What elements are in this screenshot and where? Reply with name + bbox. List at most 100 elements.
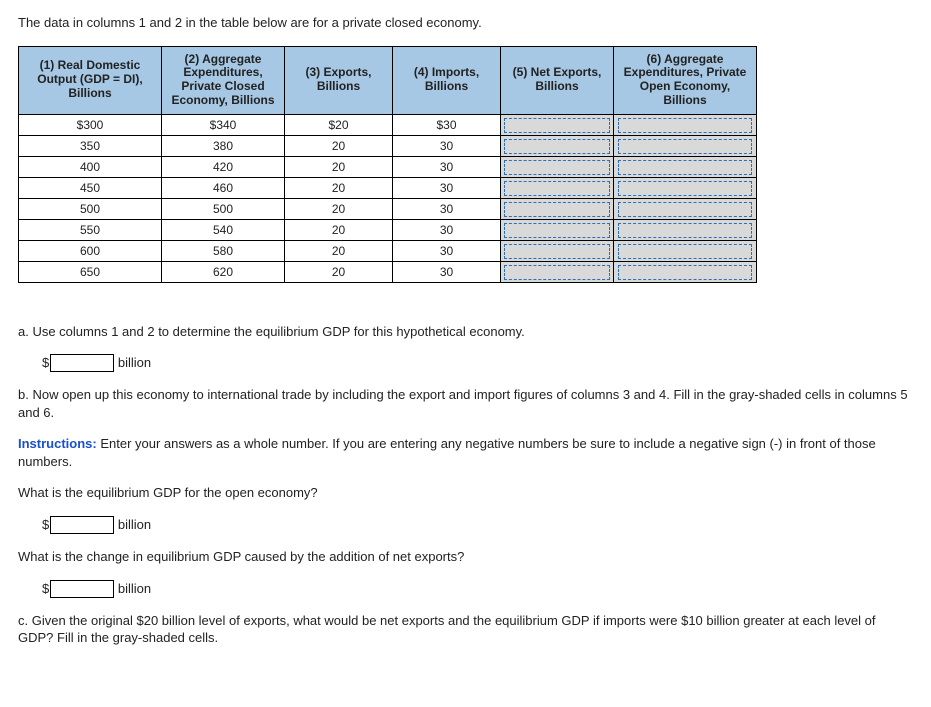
table-row: 6005802030 bbox=[19, 240, 757, 261]
cell-col4: 30 bbox=[393, 219, 501, 240]
cell-col2: 460 bbox=[162, 177, 285, 198]
cell-col3: 20 bbox=[285, 135, 393, 156]
cell-col5-input-cell bbox=[501, 114, 614, 135]
cell-col3: 20 bbox=[285, 177, 393, 198]
cell-col2: 380 bbox=[162, 135, 285, 156]
cell-col2: 500 bbox=[162, 198, 285, 219]
instructions-label: Instructions: bbox=[18, 436, 97, 451]
answer-change-input[interactable] bbox=[50, 580, 114, 598]
col6-input[interactable] bbox=[618, 160, 753, 175]
col5-input[interactable] bbox=[504, 244, 610, 259]
cell-col4: 30 bbox=[393, 261, 501, 282]
cell-col4: 30 bbox=[393, 177, 501, 198]
cell-col1: 600 bbox=[19, 240, 162, 261]
change-prompt: What is the change in equilibrium GDP ca… bbox=[18, 548, 913, 566]
dollar-sign: $ bbox=[42, 581, 49, 596]
col6-input[interactable] bbox=[618, 223, 753, 238]
col6-input[interactable] bbox=[618, 139, 753, 154]
col5-input[interactable] bbox=[504, 223, 610, 238]
table-row: 4504602030 bbox=[19, 177, 757, 198]
answer-open-eq-input[interactable] bbox=[50, 516, 114, 534]
cell-col5-input-cell bbox=[501, 198, 614, 219]
col5-input[interactable] bbox=[504, 181, 610, 196]
economy-table: (1) Real Domestic Output (GDP = DI), Bil… bbox=[18, 46, 757, 283]
billion-label: billion bbox=[118, 517, 151, 532]
question-a: a. Use columns 1 and 2 to determine the … bbox=[18, 323, 913, 341]
cell-col3: 20 bbox=[285, 240, 393, 261]
cell-col1: 500 bbox=[19, 198, 162, 219]
dollar-sign: $ bbox=[42, 517, 49, 532]
cell-col6-input-cell bbox=[614, 240, 757, 261]
header-col5: (5) Net Exports, Billions bbox=[501, 46, 614, 114]
col6-input[interactable] bbox=[618, 181, 753, 196]
dollar-sign: $ bbox=[42, 355, 49, 370]
billion-label: billion bbox=[118, 581, 151, 596]
table-body: $300$340$20$3035038020304004202030450460… bbox=[19, 114, 757, 282]
cell-col2: 540 bbox=[162, 219, 285, 240]
cell-col4: 30 bbox=[393, 135, 501, 156]
cell-col5-input-cell bbox=[501, 261, 614, 282]
cell-col5-input-cell bbox=[501, 156, 614, 177]
cell-col4: $30 bbox=[393, 114, 501, 135]
cell-col3: 20 bbox=[285, 261, 393, 282]
col6-input[interactable] bbox=[618, 265, 753, 280]
cell-col2: $340 bbox=[162, 114, 285, 135]
cell-col2: 580 bbox=[162, 240, 285, 261]
cell-col1: $300 bbox=[19, 114, 162, 135]
col5-input[interactable] bbox=[504, 139, 610, 154]
answer-a-input[interactable] bbox=[50, 354, 114, 372]
cell-col4: 30 bbox=[393, 156, 501, 177]
cell-col3: 20 bbox=[285, 219, 393, 240]
table-row: $300$340$20$30 bbox=[19, 114, 757, 135]
table-row: 5505402030 bbox=[19, 219, 757, 240]
table-row: 4004202030 bbox=[19, 156, 757, 177]
cell-col4: 30 bbox=[393, 198, 501, 219]
instructions-line: Instructions: Enter your answers as a wh… bbox=[18, 435, 913, 470]
cell-col2: 620 bbox=[162, 261, 285, 282]
cell-col2: 420 bbox=[162, 156, 285, 177]
header-col3: (3) Exports, Billions bbox=[285, 46, 393, 114]
col6-input[interactable] bbox=[618, 118, 753, 133]
header-col4: (4) Imports, Billions bbox=[393, 46, 501, 114]
cell-col3: 20 bbox=[285, 198, 393, 219]
cell-col6-input-cell bbox=[614, 114, 757, 135]
cell-col3: $20 bbox=[285, 114, 393, 135]
cell-col6-input-cell bbox=[614, 177, 757, 198]
cell-col6-input-cell bbox=[614, 219, 757, 240]
col5-input[interactable] bbox=[504, 202, 610, 217]
table-row: 6506202030 bbox=[19, 261, 757, 282]
cell-col5-input-cell bbox=[501, 135, 614, 156]
instructions-text: Enter your answers as a whole number. If… bbox=[18, 436, 876, 469]
col5-input[interactable] bbox=[504, 160, 610, 175]
answer-change-line: $ billion bbox=[42, 580, 913, 598]
header-col2: (2) Aggregate Expenditures, Private Clos… bbox=[162, 46, 285, 114]
cell-col6-input-cell bbox=[614, 198, 757, 219]
cell-col5-input-cell bbox=[501, 219, 614, 240]
question-c: c. Given the original $20 billion level … bbox=[18, 612, 913, 647]
table-header-row: (1) Real Domestic Output (GDP = DI), Bil… bbox=[19, 46, 757, 114]
billion-label: billion bbox=[118, 355, 151, 370]
cell-col1: 550 bbox=[19, 219, 162, 240]
cell-col5-input-cell bbox=[501, 240, 614, 261]
col5-input[interactable] bbox=[504, 265, 610, 280]
table-row: 3503802030 bbox=[19, 135, 757, 156]
open-eq-prompt: What is the equilibrium GDP for the open… bbox=[18, 484, 913, 502]
cell-col1: 400 bbox=[19, 156, 162, 177]
col6-input[interactable] bbox=[618, 244, 753, 259]
cell-col3: 20 bbox=[285, 156, 393, 177]
cell-col6-input-cell bbox=[614, 156, 757, 177]
intro-text: The data in columns 1 and 2 in the table… bbox=[18, 14, 913, 32]
cell-col6-input-cell bbox=[614, 135, 757, 156]
table-row: 5005002030 bbox=[19, 198, 757, 219]
cell-col1: 650 bbox=[19, 261, 162, 282]
cell-col6-input-cell bbox=[614, 261, 757, 282]
header-col1: (1) Real Domestic Output (GDP = DI), Bil… bbox=[19, 46, 162, 114]
col6-input[interactable] bbox=[618, 202, 753, 217]
answer-a-line: $ billion bbox=[42, 354, 913, 372]
header-col6: (6) Aggregate Expenditures, Private Open… bbox=[614, 46, 757, 114]
col5-input[interactable] bbox=[504, 118, 610, 133]
cell-col1: 350 bbox=[19, 135, 162, 156]
cell-col5-input-cell bbox=[501, 177, 614, 198]
cell-col4: 30 bbox=[393, 240, 501, 261]
question-b: b. Now open up this economy to internati… bbox=[18, 386, 913, 421]
